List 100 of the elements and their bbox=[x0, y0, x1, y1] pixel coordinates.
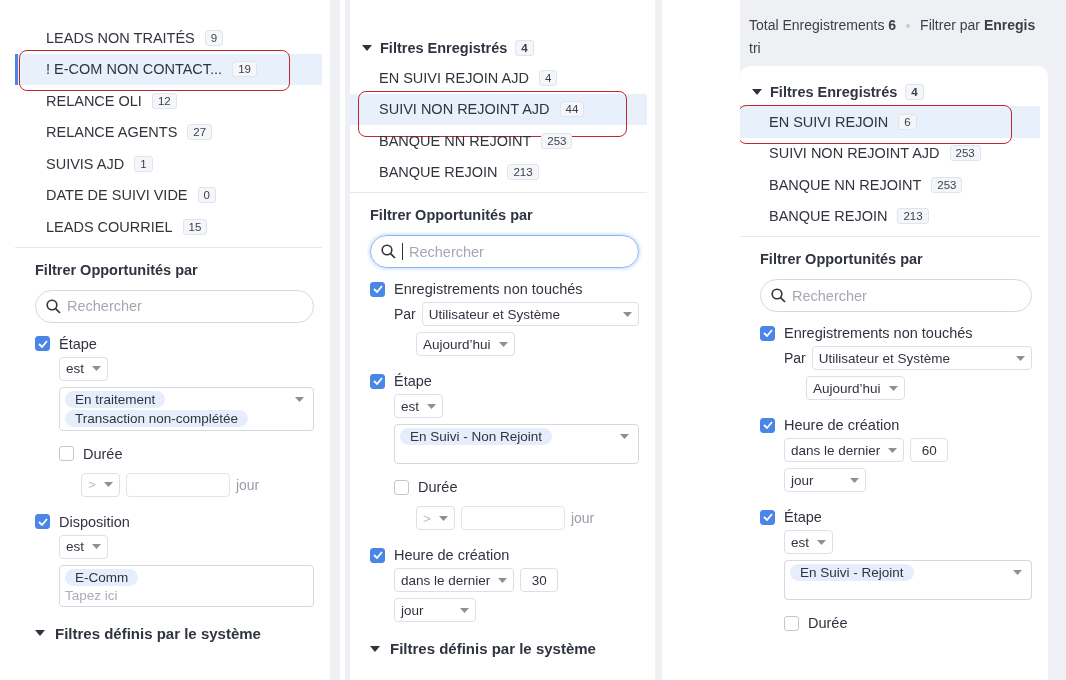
caret-icon bbox=[498, 341, 508, 347]
saved-filter-item[interactable]: BANQUE REJOIN 213 bbox=[740, 200, 1040, 232]
filter-summary: tri bbox=[749, 39, 761, 58]
count-badge: 253 bbox=[949, 145, 981, 162]
operator-dropdown[interactable]: est bbox=[784, 530, 833, 554]
caret-icon bbox=[620, 434, 629, 439]
saved-filter-item[interactable]: SUIVIS AJD 1 bbox=[15, 148, 322, 180]
section-title: Filtres Enregistrés bbox=[380, 40, 508, 56]
checkbox[interactable] bbox=[394, 479, 409, 495]
source-dropdown[interactable]: Utilisateur et Système bbox=[421, 302, 639, 326]
caret-icon bbox=[427, 403, 436, 409]
value-tag: En traitement bbox=[65, 390, 166, 408]
saved-filter-item[interactable]: RELANCE AGENTS 27 bbox=[15, 116, 322, 148]
caret-icon bbox=[92, 544, 101, 549]
value-picker[interactable]: E-Comm Tapez ici bbox=[59, 564, 314, 607]
section-title: Filtres définis par le système bbox=[55, 624, 261, 642]
filter-label: Disposition bbox=[59, 513, 130, 530]
search-input[interactable]: Rechercher bbox=[67, 298, 267, 314]
checkbox[interactable] bbox=[59, 446, 74, 461]
filter-label: Durée bbox=[418, 479, 458, 495]
records-total: Total Enregistrements 6 bbox=[749, 16, 897, 35]
search-icon bbox=[771, 288, 786, 303]
search-input[interactable]: Rechercher bbox=[409, 243, 609, 260]
caret-icon bbox=[1013, 570, 1022, 575]
count-badge: 0 bbox=[197, 187, 216, 204]
saved-filter-item[interactable]: SUIVI NON REJOINT AJD 253 bbox=[740, 137, 1040, 169]
caret-icon bbox=[103, 482, 113, 487]
saved-filter-item[interactable]: LEADS NON TRAITÉS 9 bbox=[15, 22, 322, 54]
unit-label: jour bbox=[235, 476, 260, 493]
section-title: Filtres Enregistrés bbox=[770, 84, 898, 100]
saved-filter-item[interactable]: DATE DE SUIVI VIDE 0 bbox=[15, 179, 322, 211]
count-badge: 9 bbox=[204, 29, 224, 46]
value-field[interactable]: 60 bbox=[910, 438, 949, 462]
section-title: Filtrer Opportunités par bbox=[760, 251, 924, 267]
value-tag: E-Comm bbox=[65, 568, 139, 586]
period-dropdown[interactable]: Aujourd’hui bbox=[416, 332, 515, 356]
section-title: Filtrer Opportunités par bbox=[35, 261, 199, 278]
saved-filter-item[interactable]: RELANCE OLI 12 bbox=[15, 85, 322, 117]
value-field[interactable]: 30 bbox=[520, 568, 559, 592]
filter-label: Étape bbox=[784, 509, 822, 525]
unit-dropdown[interactable]: jour bbox=[394, 598, 476, 622]
search-icon bbox=[381, 244, 396, 259]
checkbox[interactable] bbox=[784, 615, 799, 631]
checkbox[interactable] bbox=[760, 325, 775, 341]
operator-dropdown[interactable]: est bbox=[59, 534, 108, 559]
operator-dropdown[interactable]: est bbox=[394, 394, 443, 418]
unit-dropdown[interactable]: jour bbox=[784, 468, 866, 492]
count-badge: 44 bbox=[559, 101, 585, 118]
value-tag: En Suivi - Rejoint bbox=[790, 564, 914, 581]
period-dropdown[interactable]: Aujourd’hui bbox=[806, 376, 905, 400]
operator-dropdown[interactable]: dans le dernier bbox=[394, 568, 515, 592]
count-badge: 4 bbox=[515, 40, 534, 56]
caret-icon bbox=[438, 515, 448, 521]
checkbox[interactable] bbox=[370, 373, 385, 389]
filter-label: Enregistrements non touchés bbox=[784, 325, 973, 341]
saved-filter-item[interactable]: SUIVI NON REJOINT AJD 44 bbox=[350, 93, 647, 125]
saved-filter-item[interactable]: LEADS COURRIEL 15 bbox=[15, 211, 322, 243]
filter-label: Étape bbox=[394, 373, 432, 389]
value-picker[interactable]: En traitement Transaction non-complétée bbox=[59, 386, 314, 431]
value-tag: Transaction non-complétée bbox=[65, 409, 249, 427]
by-label: Par bbox=[394, 306, 416, 322]
collapse-icon[interactable] bbox=[362, 45, 372, 51]
section-title: Filtres définis par le système bbox=[390, 640, 596, 657]
value-picker[interactable]: En Suivi - Non Rejoint bbox=[394, 424, 639, 464]
filter-label: Heure de création bbox=[394, 547, 510, 563]
caret-icon bbox=[295, 396, 304, 402]
count-badge: 27 bbox=[187, 124, 213, 141]
checkbox[interactable] bbox=[760, 417, 775, 433]
checkbox[interactable] bbox=[760, 509, 775, 525]
search-icon bbox=[46, 298, 61, 314]
saved-filter-item[interactable]: EN SUIVI REJOIN 6 bbox=[740, 106, 1040, 138]
checkbox[interactable] bbox=[370, 281, 385, 297]
search-input[interactable]: Rechercher bbox=[792, 287, 992, 304]
filter-label: Durée bbox=[808, 615, 848, 631]
operator-dropdown[interactable]: dans le dernier bbox=[784, 438, 905, 462]
count-badge: 4 bbox=[905, 84, 924, 100]
days-field[interactable] bbox=[460, 506, 565, 530]
count-badge: 12 bbox=[151, 92, 177, 109]
count-badge: 1 bbox=[134, 155, 153, 172]
checkbox[interactable] bbox=[35, 514, 50, 529]
checkbox[interactable] bbox=[370, 547, 385, 563]
value-tag: En Suivi - Non Rejoint bbox=[400, 428, 553, 445]
checkbox[interactable] bbox=[35, 336, 50, 351]
source-dropdown[interactable]: Utilisateur et Système bbox=[811, 346, 1032, 370]
caret-icon bbox=[1016, 355, 1025, 361]
collapse-icon[interactable] bbox=[35, 630, 45, 636]
operator-dropdown[interactable]: est bbox=[59, 356, 108, 381]
count-badge: 253 bbox=[541, 132, 573, 149]
value-picker[interactable]: En Suivi - Rejoint bbox=[784, 560, 1032, 600]
saved-filter-item[interactable]: BANQUE NN REJOINT 253 bbox=[740, 169, 1040, 201]
caret-icon bbox=[850, 477, 859, 483]
count-badge: 19 bbox=[232, 61, 257, 78]
collapse-icon[interactable] bbox=[752, 89, 762, 95]
filter-label: Enregistrements non touchés bbox=[394, 281, 583, 297]
saved-filter-item[interactable]: ! E-COM NON CONTACT... 19 bbox=[15, 53, 322, 85]
saved-filter-item[interactable]: BANQUE NN REJOINT 253 bbox=[350, 125, 647, 157]
saved-filter-item[interactable]: EN SUIVI REJOIN AJD 4 bbox=[350, 62, 647, 94]
collapse-icon[interactable] bbox=[370, 645, 380, 652]
saved-filter-item[interactable]: BANQUE REJOIN 213 bbox=[350, 156, 647, 188]
days-field[interactable] bbox=[125, 472, 230, 497]
